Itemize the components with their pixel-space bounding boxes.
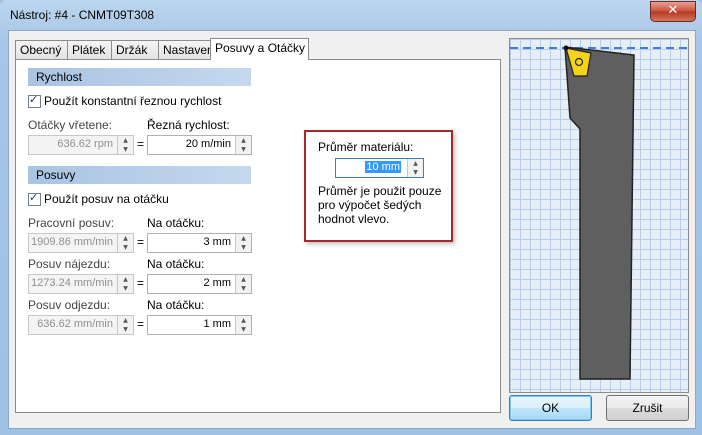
material-diameter-spinner[interactable]: 10 mm ▲ ▼ xyxy=(335,158,424,178)
feeds-section-header: Posuvy xyxy=(28,166,251,184)
spin-down-icon: ▼ xyxy=(123,326,128,333)
approach-feed-per-rev-spinner[interactable]: 2 mm ▲ ▼ xyxy=(147,274,252,294)
cutting-speed-value: 20 m/min xyxy=(185,138,231,150)
work-feed-value: 1909.86 mm/min xyxy=(31,236,113,248)
work-feed-per-rev-value: 3 mm xyxy=(203,236,232,248)
spin-up-icon: ▲ xyxy=(123,276,128,283)
approach-feed-per-rev-value: 2 mm xyxy=(203,277,232,289)
retract-feed-spinner: 636.62 mm/min ▲ ▼ xyxy=(28,315,134,335)
window-title: Nástroj: #4 - CNMT09T308 xyxy=(10,8,155,22)
checkbox-checked-icon xyxy=(28,93,41,108)
per-rev-label: Použít posuv na otáčku xyxy=(44,192,169,206)
checkbox-checked-icon xyxy=(28,191,41,206)
material-diameter-label: Průměr materiálu: xyxy=(318,140,414,154)
tool-holder-shape xyxy=(564,46,635,380)
cutting-speed-spinner[interactable]: 20 m/min ▲ ▼ xyxy=(147,135,252,155)
tab-platek[interactable]: Plátek xyxy=(67,40,112,59)
spin-down-icon: ▼ xyxy=(123,146,128,153)
tool-drawing xyxy=(510,45,688,380)
spin-up-icon[interactable]: ▲ xyxy=(236,136,251,145)
spin-up-icon: ▲ xyxy=(123,317,128,324)
spin-up-icon[interactable]: ▲ xyxy=(236,275,251,284)
spin-up-icon: ▲ xyxy=(123,137,128,144)
dialog-client: Obecný Plátek Držák Nastavení Posuvy a O… xyxy=(8,30,696,429)
speed-section-header: Rychlost xyxy=(28,68,251,86)
cutting-speed-label: Řezná rychlost: xyxy=(147,118,230,132)
per-rev-checkbox[interactable]: Použít posuv na otáčku xyxy=(28,191,169,206)
tab-posuvy-otacky[interactable]: Posuvy a Otáčky xyxy=(210,38,309,60)
work-feed-per-rev-spinner[interactable]: 3 mm ▲ ▼ xyxy=(147,233,252,253)
work-feed-label: Pracovní posuv: xyxy=(28,216,115,230)
spindle-speed-spinner: 636.62 rpm ▲ ▼ xyxy=(28,135,134,155)
tab-drzak[interactable]: Držák xyxy=(111,40,159,59)
title-bar[interactable]: Nástroj: #4 - CNMT09T308 ✕ xyxy=(0,0,702,30)
retract-feed-value: 636.62 mm/min xyxy=(37,318,113,330)
approach-feed-value: 1273.24 mm/min xyxy=(31,277,113,289)
approach-feed-per-rev-label: Na otáčku: xyxy=(147,257,205,271)
work-feed-per-rev-label: Na otáčku: xyxy=(147,216,205,230)
spin-down-icon: ▼ xyxy=(123,285,128,292)
const-speed-label: Použít konstantní řeznou rychlost xyxy=(44,94,222,108)
material-diameter-value[interactable]: 10 mm xyxy=(365,161,401,173)
retract-feed-per-rev-value: 1 mm xyxy=(203,318,232,330)
spin-up-icon[interactable]: ▲ xyxy=(236,234,251,243)
approach-feed-spinner: 1273.24 mm/min ▲ ▼ xyxy=(28,274,134,294)
retract-feed-per-rev-label: Na otáčku: xyxy=(147,298,205,312)
tab-panel-posuvy: Rychlost Použít konstantní řeznou rychlo… xyxy=(15,59,501,413)
tab-obecny[interactable]: Obecný xyxy=(15,40,68,59)
spin-down-icon: ▼ xyxy=(123,244,128,251)
dialog-window: Nástroj: #4 - CNMT09T308 ✕ Obecný Plátek… xyxy=(0,0,702,435)
retract-feed-label: Posuv odjezdu: xyxy=(28,298,111,312)
spin-up-icon: ▲ xyxy=(123,235,128,242)
tool-tip-point xyxy=(563,45,569,51)
equals-sign: = xyxy=(137,235,145,249)
spin-down-icon[interactable]: ▼ xyxy=(236,284,251,293)
close-button[interactable]: ✕ xyxy=(650,1,696,22)
spin-up-icon[interactable]: ▲ xyxy=(236,316,251,325)
tool-preview xyxy=(509,38,689,393)
cancel-button[interactable]: Zrušit xyxy=(606,395,689,421)
ok-button[interactable]: OK xyxy=(509,395,592,421)
work-feed-spinner: 1909.86 mm/min ▲ ▼ xyxy=(28,233,134,253)
material-diameter-note: Průměr je použit pouze pro výpočet šedýc… xyxy=(318,184,442,226)
spin-up-icon[interactable]: ▲ xyxy=(408,159,423,168)
tab-nastaveni[interactable]: Nastavení xyxy=(158,40,217,59)
retract-feed-per-rev-spinner[interactable]: 1 mm ▲ ▼ xyxy=(147,315,252,335)
approach-feed-label: Posuv nájezdu: xyxy=(28,257,111,271)
const-speed-checkbox[interactable]: Použít konstantní řeznou rychlost xyxy=(28,93,222,108)
spin-down-icon[interactable]: ▼ xyxy=(236,325,251,334)
spindle-speed-value: 636.62 rpm xyxy=(57,138,113,150)
material-diameter-box: Průměr materiálu: 10 mm ▲ ▼ Průměr je pou… xyxy=(304,130,453,242)
equals-sign: = xyxy=(137,276,145,290)
equals-sign: = xyxy=(137,137,145,151)
spin-down-icon[interactable]: ▼ xyxy=(236,145,251,154)
spin-down-icon[interactable]: ▼ xyxy=(408,168,423,177)
equals-sign: = xyxy=(137,317,145,331)
spin-down-icon[interactable]: ▼ xyxy=(236,243,251,252)
spindle-speed-label: Otáčky vřetene: xyxy=(28,118,113,132)
